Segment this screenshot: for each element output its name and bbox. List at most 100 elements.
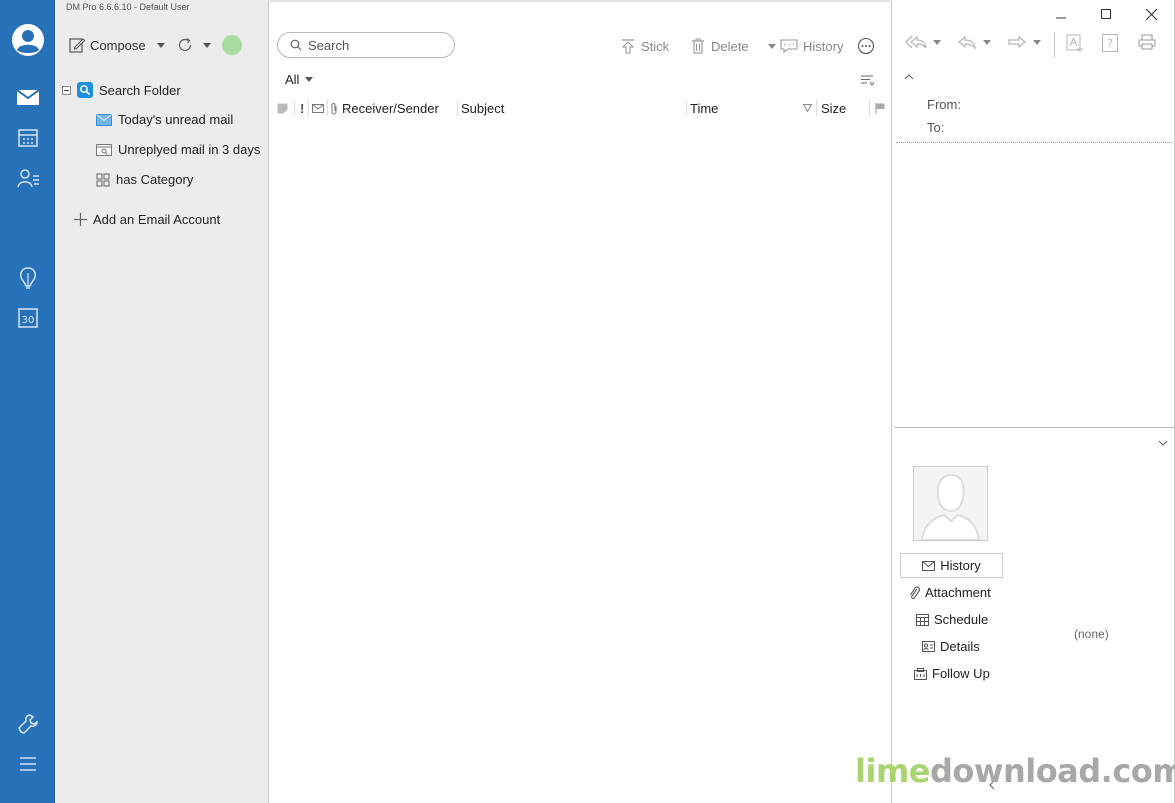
notes-nav-button[interactable] — [0, 260, 55, 296]
sync-status-icon[interactable] — [222, 35, 242, 55]
contact-photo — [913, 466, 988, 541]
collapse-toggle-icon[interactable] — [62, 86, 71, 95]
user-avatar-button[interactable] — [0, 20, 55, 60]
svg-text:?: ? — [1107, 37, 1113, 50]
column-receiver-sender[interactable]: Receiver/Sender — [342, 96, 439, 120]
to-label: To: — [927, 120, 945, 135]
reply-all-dropdown-icon[interactable] — [933, 39, 941, 45]
calendar-nav-button[interactable] — [0, 120, 55, 156]
tools-nav-button[interactable] — [0, 706, 55, 742]
column-subject[interactable]: Subject — [461, 96, 504, 120]
svg-text:30: 30 — [21, 315, 34, 326]
contacts-icon — [16, 169, 39, 188]
sort-icon — [861, 75, 874, 86]
more-options-button[interactable] — [857, 36, 875, 56]
minimize-button[interactable] — [1050, 4, 1072, 24]
forward-button[interactable] — [1007, 34, 1041, 50]
filter-dropdown-icon — [305, 77, 314, 82]
watermark-part1: lime — [855, 752, 930, 790]
collapse-header-button[interactable] — [904, 74, 914, 80]
maximize-icon — [1101, 9, 1111, 19]
pane-splitter[interactable] — [894, 427, 1174, 428]
column-priority[interactable]: ! — [300, 96, 304, 120]
calendar-grid-icon — [916, 613, 929, 626]
watermark-logo: limedownload.com — [855, 752, 1175, 790]
filter-dropdown[interactable]: All — [285, 72, 314, 87]
app-title: DM Pro 6.6.6.10 - Default User — [66, 2, 190, 12]
refresh-button[interactable] — [176, 35, 211, 55]
reply-dropdown-icon[interactable] — [983, 39, 991, 45]
schedule-nav-button[interactable]: 30 — [0, 300, 55, 336]
column-time[interactable]: Time — [690, 96, 718, 120]
add-contact-icon — [1066, 34, 1083, 52]
expand-panel-button[interactable] — [1158, 440, 1168, 446]
chat-history-icon — [780, 39, 798, 54]
stick-button[interactable]: Stick — [620, 36, 669, 56]
schedule-tab-label: Schedule — [934, 612, 989, 627]
print-icon — [1138, 34, 1156, 50]
search-folder-icon — [77, 82, 93, 98]
column-sticky[interactable] — [277, 96, 288, 120]
details-tab-label: Details — [940, 639, 980, 654]
search-box[interactable] — [277, 32, 455, 58]
column-attachment[interactable] — [330, 96, 338, 120]
sort-down-icon — [803, 104, 812, 112]
filter-label: All — [285, 72, 300, 87]
print-button[interactable] — [1138, 34, 1156, 50]
chevron-down-icon — [1158, 440, 1168, 446]
person-placeholder-icon — [920, 473, 981, 540]
contacts-nav-button[interactable] — [0, 160, 55, 196]
add-email-account-button[interactable]: Add an Email Account — [74, 212, 220, 227]
history-tab[interactable]: History — [900, 553, 1003, 578]
maximize-button[interactable] — [1095, 4, 1117, 24]
delete-dropdown-icon[interactable] — [767, 43, 776, 49]
column-flag[interactable] — [875, 96, 885, 120]
subject-label: Subject — [461, 100, 505, 116]
folder-item-unreplied[interactable]: Unreplyed mail in 3 days — [96, 142, 260, 157]
sort-options-button[interactable] — [860, 73, 874, 87]
unreplied-mail-icon — [96, 143, 112, 156]
search-folder-root[interactable]: Search Folder — [77, 82, 181, 98]
add-contact-button[interactable] — [1066, 34, 1084, 52]
notes-icon — [19, 267, 36, 289]
menu-nav-button[interactable] — [0, 746, 55, 782]
history-button[interactable]: History — [780, 36, 843, 56]
forward-dropdown-icon[interactable] — [1033, 39, 1041, 45]
paperclip-icon — [331, 102, 337, 114]
reply-all-icon — [905, 35, 927, 49]
more-icon — [857, 37, 875, 55]
folder-item-todays-unread[interactable]: Today's unread mail — [96, 112, 233, 127]
reply-all-button[interactable] — [905, 34, 941, 50]
details-tab[interactable]: Details — [922, 639, 980, 654]
follow-up-icon — [914, 667, 927, 680]
folder-item-label: Today's unread mail — [118, 112, 234, 127]
search-input[interactable] — [308, 37, 438, 53]
compose-icon — [69, 38, 85, 53]
folder-item-has-category[interactable]: has Category — [96, 172, 193, 187]
compose-dropdown-icon[interactable] — [156, 42, 165, 48]
schedule-30-icon: 30 — [17, 308, 38, 328]
delete-button[interactable]: Delete — [690, 36, 776, 56]
chevron-up-icon — [904, 74, 914, 80]
help-button[interactable]: ? — [1102, 34, 1118, 52]
close-icon — [1145, 8, 1157, 20]
column-read-status[interactable] — [312, 96, 324, 120]
schedule-tab[interactable]: Schedule — [916, 612, 988, 627]
column-header-row: ! Receiver/Sender Subject Time Size — [270, 96, 890, 120]
plus-icon — [74, 213, 87, 226]
mail-list-pane: Stick Delete History All — [270, 0, 890, 803]
flag-icon — [875, 102, 885, 114]
attachment-tab[interactable]: Attachment — [909, 585, 991, 600]
unread-mail-icon — [96, 113, 112, 126]
column-size[interactable]: Size — [821, 96, 846, 120]
compose-button[interactable]: Compose — [69, 34, 165, 56]
refresh-dropdown-icon[interactable] — [203, 42, 211, 48]
mail-nav-button[interactable] — [0, 79, 55, 115]
reading-pane: ? From: To: History Attachment Schedule … — [891, 0, 1175, 803]
close-window-button[interactable] — [1140, 4, 1162, 24]
search-folder-label: Search Folder — [99, 82, 181, 98]
receiver-sender-label: Receiver/Sender — [342, 100, 439, 116]
follow-up-tab[interactable]: Follow Up — [914, 666, 990, 681]
refresh-icon — [178, 37, 192, 52]
reply-button[interactable] — [957, 34, 991, 50]
